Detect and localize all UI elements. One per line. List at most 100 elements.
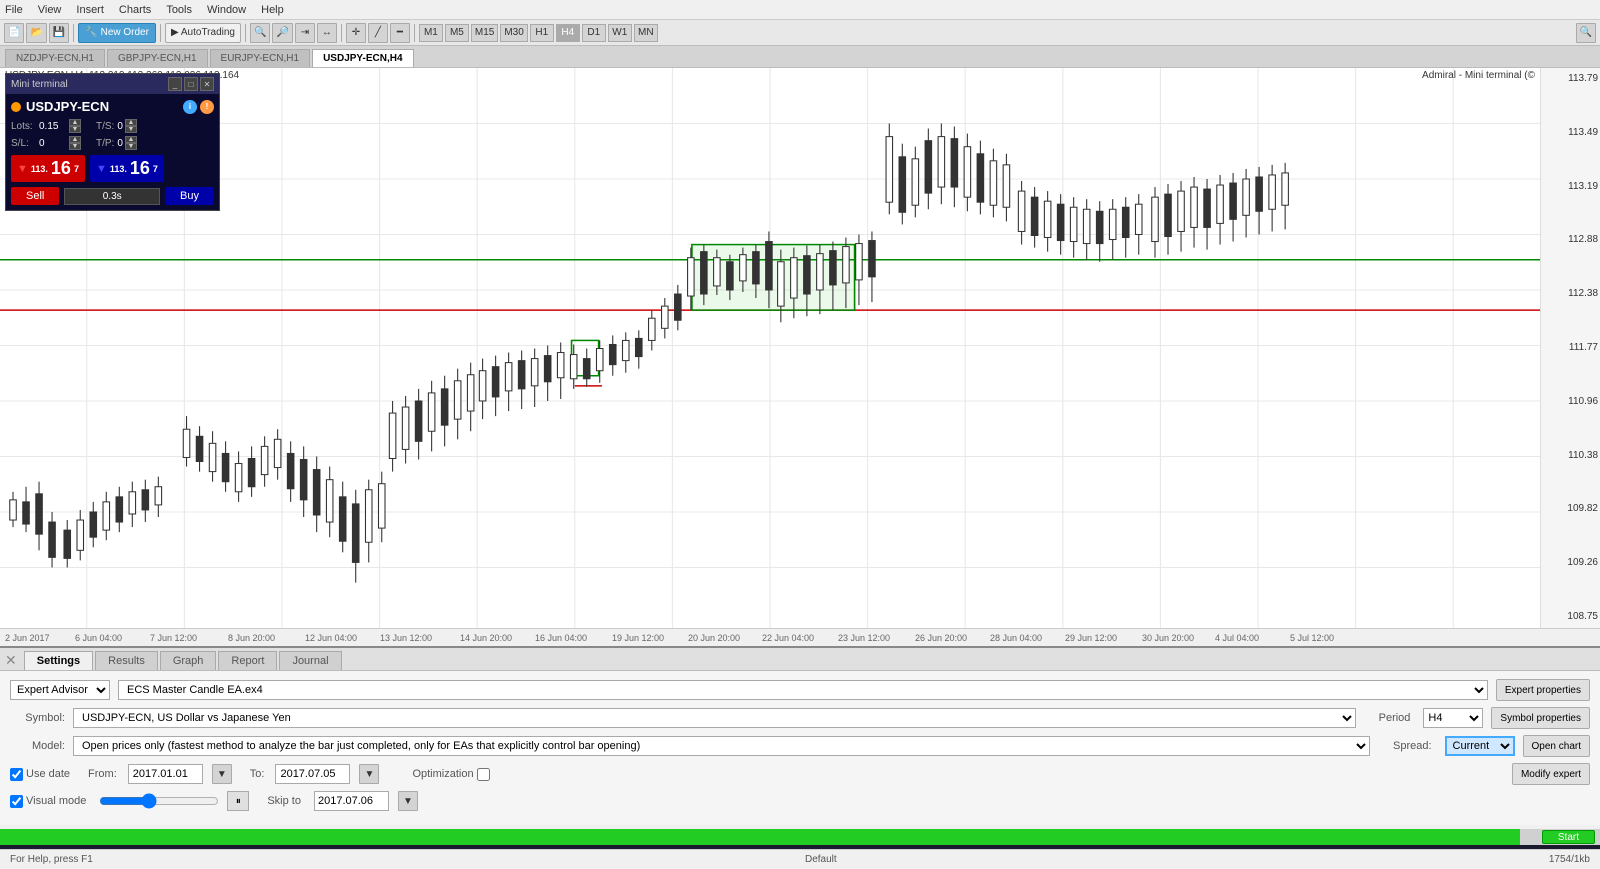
ts-down[interactable]: ▼ — [125, 126, 137, 133]
model-row: Model: Open prices only (fastest method … — [10, 735, 1590, 757]
sl-down[interactable]: ▼ — [69, 143, 81, 150]
lots-spinner[interactable]: ▲ ▼ — [69, 119, 81, 133]
chart-main[interactable]: USDJPY-ECN,H4 113.219 113.260 113.026 11… — [0, 68, 1540, 628]
search-btn[interactable]: 🔍 — [1576, 23, 1596, 43]
lots-down[interactable]: ▼ — [69, 126, 81, 133]
menu-view[interactable]: View — [38, 4, 62, 16]
chart-shift-btn[interactable]: ⇥ — [295, 23, 315, 43]
sl-up[interactable]: ▲ — [69, 136, 81, 143]
candlestick-chart[interactable] — [0, 68, 1540, 628]
use-date-checkbox[interactable] — [10, 768, 23, 781]
period-h4[interactable]: H4 — [556, 24, 580, 42]
ea-name-select[interactable]: ECS Master Candle EA.ex4 — [118, 680, 1488, 700]
tab-eurjpy[interactable]: EURJPY-ECN,H1 — [210, 49, 311, 67]
period-m30[interactable]: M30 — [500, 24, 527, 42]
tp-down[interactable]: ▼ — [125, 143, 137, 150]
tester-tab-report[interactable]: Report — [218, 651, 277, 670]
menu-tools[interactable]: Tools — [166, 4, 192, 16]
period-m5[interactable]: M5 — [445, 24, 469, 42]
symbol-select[interactable]: USDJPY-ECN, US Dollar vs Japanese Yen — [73, 708, 1356, 728]
zoom-in-btn[interactable]: 🔍 — [250, 23, 270, 43]
terminal-minimize[interactable]: _ — [168, 77, 182, 91]
hline-btn[interactable]: ━ — [390, 23, 410, 43]
tester-close-icon[interactable]: ✕ — [5, 652, 17, 669]
tab-usdjpy[interactable]: USDJPY-ECN,H4 — [312, 49, 413, 67]
tab-nzdjpy[interactable]: NZDJPY-ECN,H1 — [5, 49, 105, 67]
tp-spinner[interactable]: ▲ ▼ — [125, 136, 137, 150]
period-h1[interactable]: H1 — [530, 24, 554, 42]
menu-file[interactable]: File — [5, 4, 23, 16]
buy-button[interactable]: Buy — [165, 187, 214, 205]
ea-row: Expert Advisor ECS Master Candle EA.ex4 … — [10, 679, 1590, 701]
crosshair-btn[interactable]: ✛ — [346, 23, 366, 43]
ts-up[interactable]: ▲ — [125, 119, 137, 126]
model-select[interactable]: Open prices only (fastest method to anal… — [73, 736, 1370, 756]
period-select[interactable]: H4 — [1423, 708, 1483, 728]
lots-up[interactable]: ▲ — [69, 119, 81, 126]
to-date-input[interactable] — [275, 764, 350, 784]
help-text: For Help, press F1 — [10, 854, 93, 865]
price-display: ▼ 113. 16 7 ▼ 113. 16 7 — [11, 155, 214, 182]
time-label-0: 2 Jun 2017 — [5, 633, 50, 643]
tab-gbpjpy[interactable]: GBPJPY-ECN,H1 — [107, 49, 208, 67]
spread-select[interactable]: Current — [1445, 736, 1515, 756]
speed-slider[interactable] — [99, 793, 219, 809]
period-m15[interactable]: M15 — [471, 24, 498, 42]
tester-tab-results[interactable]: Results — [95, 651, 158, 670]
toolbar-open[interactable]: 📂 — [26, 23, 46, 43]
menu-window[interactable]: Window — [207, 4, 246, 16]
period-w1[interactable]: W1 — [608, 24, 632, 42]
symbol-properties-btn[interactable]: Symbol properties — [1491, 707, 1590, 729]
strategy-tester-wrapper: ✕ Settings Results Graph Report Journal … — [0, 646, 1600, 845]
terminal-icon-orange[interactable]: ! — [200, 100, 214, 114]
menu-insert[interactable]: Insert — [76, 4, 104, 16]
from-date-picker[interactable]: ▼ — [212, 764, 232, 784]
time-label-2: 7 Jun 12:00 — [150, 633, 197, 643]
terminal-maximize[interactable]: □ — [184, 77, 198, 91]
time-label-7: 16 Jun 04:00 — [535, 633, 587, 643]
skip-date-picker[interactable]: ▼ — [398, 791, 418, 811]
tester-tab-graph[interactable]: Graph — [160, 651, 217, 670]
period-m1[interactable]: M1 — [419, 24, 443, 42]
time-label-16: 4 Jul 04:00 — [1215, 633, 1259, 643]
sell-button[interactable]: Sell — [11, 187, 59, 205]
ts-spinner[interactable]: ▲ ▼ — [125, 119, 137, 133]
optimization-checkbox[interactable] — [477, 768, 490, 781]
terminal-close[interactable]: ✕ — [200, 77, 214, 91]
use-date-check[interactable]: Use date — [10, 768, 70, 781]
terminal-icon-blue[interactable]: i — [183, 100, 197, 114]
modify-expert-btn[interactable]: Modify expert — [1512, 763, 1590, 785]
toolbar-save[interactable]: 💾 — [49, 23, 69, 43]
menu-help[interactable]: Help — [261, 4, 284, 16]
pause-button[interactable]: ⏸ — [227, 791, 249, 811]
chart-auto-scroll[interactable]: ↔ — [317, 23, 337, 43]
to-date-picker[interactable]: ▼ — [359, 764, 379, 784]
skip-date-input[interactable] — [314, 791, 389, 811]
sell-price-arrow: ▼ — [17, 163, 28, 175]
zoom-out-btn[interactable]: 🔎 — [272, 23, 292, 43]
menu-charts[interactable]: Charts — [119, 4, 151, 16]
sl-spinner[interactable]: ▲ ▼ — [69, 136, 81, 150]
ea-type-select[interactable]: Expert Advisor — [10, 680, 110, 700]
from-date-input[interactable] — [128, 764, 203, 784]
progress-bar — [0, 829, 1520, 845]
autotrading-button[interactable]: ▶ AutoTrading — [165, 23, 241, 43]
visual-mode-check[interactable]: Visual mode — [10, 795, 86, 808]
open-chart-btn[interactable]: Open chart — [1523, 735, 1590, 757]
optimization-check[interactable]: Optimization — [412, 768, 489, 781]
buy-price-prefix: 113. — [110, 164, 127, 174]
period-mn[interactable]: MN — [634, 24, 658, 42]
visual-mode-checkbox[interactable] — [10, 795, 23, 808]
new-order-button[interactable]: 🔧 Expert propertiesNew Order — [78, 23, 156, 43]
start-button[interactable]: Start — [1542, 830, 1595, 844]
toolbar-new[interactable]: 📄 — [4, 23, 24, 43]
symbol-label: Symbol: — [10, 712, 65, 724]
date-row: Use date From: ▼ To: ▼ Optimization Modi… — [10, 763, 1590, 785]
period-d1[interactable]: D1 — [582, 24, 606, 42]
price-108.75: 108.75 — [1543, 611, 1598, 623]
expert-properties-btn[interactable]: Expert properties — [1496, 679, 1590, 701]
tester-tab-journal[interactable]: Journal — [279, 651, 341, 670]
tester-tab-settings[interactable]: Settings — [24, 651, 93, 670]
tp-up[interactable]: ▲ — [125, 136, 137, 143]
line-btn[interactable]: ╱ — [368, 23, 388, 43]
